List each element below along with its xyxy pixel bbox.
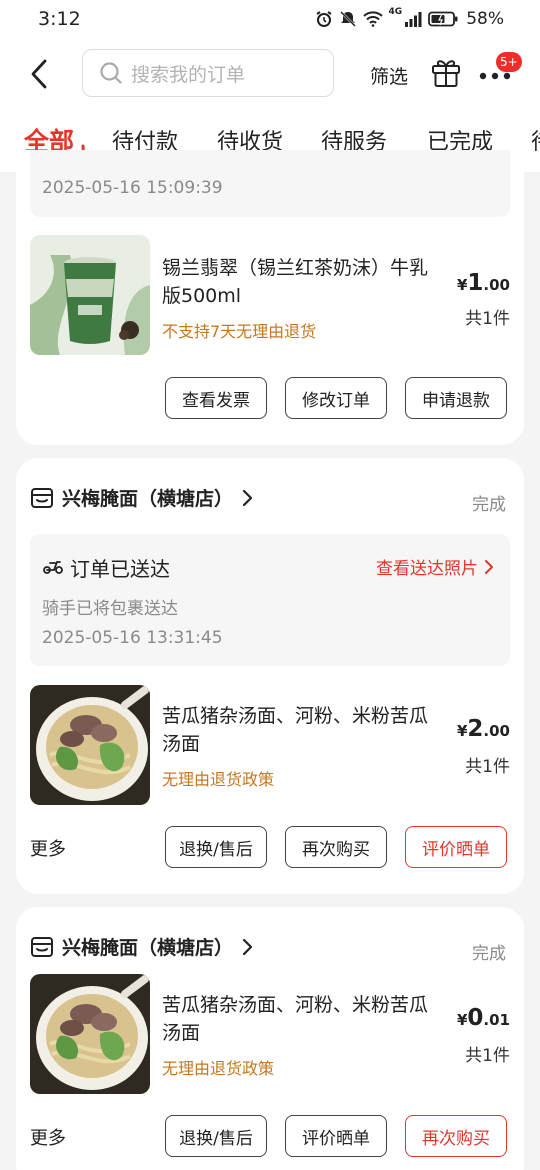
view-invoice-button[interactable]: 查看发票 [165,377,267,419]
product-image[interactable] [30,974,150,1094]
price-integer: 0 [467,1005,484,1031]
noodle-bowl-image [30,685,150,805]
search-icon [100,62,122,84]
product-quantity: 共1件 [465,757,510,777]
product-quantity: 共1件 [465,309,510,329]
product-title[interactable]: 苦瓜猪杂汤面、河粉、米粉苦瓜汤面 [162,702,432,758]
price-currency: ¥ [456,276,468,294]
view-delivery-photo-link[interactable]: 查看送达照片 [376,554,494,579]
chevron-right-icon [242,938,253,955]
status-bar: 3:12 4G 58% [0,0,540,38]
chevron-right-icon [485,559,493,574]
view-delivery-photo-label: 查看送达照片 [376,559,478,579]
product-price: ¥0.01 [457,1005,510,1031]
delivery-subtitle: 骑手已将包裹送达 [42,599,178,619]
store-icon [31,936,53,957]
milk-tea-cup-image [30,235,150,355]
review-button[interactable]: 评价晒单 [285,1115,387,1157]
filter-button[interactable]: 筛选 [370,62,408,89]
return-policy-note: 不支持7天无理由退货 [162,322,317,341]
request-refund-button[interactable]: 申请退款 [405,377,507,419]
tab-more[interactable]: 待 [531,124,540,156]
delivery-info-box: 2025-05-16 15:09:39 [30,150,510,217]
store-icon [31,487,53,508]
store-name: 兴梅腌面（横塘店） [62,937,234,959]
order-status: 完成 [472,944,506,964]
price-decimal: .00 [483,276,510,294]
order-card[interactable]: 2025-05-16 15:09:39 锡兰翡翠（锡兰红茶奶沫）牛乳版500ml… [16,150,524,445]
signal-icon [405,12,422,27]
delivery-info-box[interactable]: 订单已送达 查看送达照片 骑手已将包裹送达 2025-05-16 13:31:4… [30,534,510,666]
return-aftersale-button[interactable]: 退换/售后 [165,1115,267,1157]
product-title[interactable]: 锡兰翡翠（锡兰红茶奶沫）牛乳版500ml [162,254,432,310]
status-time: 3:12 [38,8,81,30]
store-link[interactable]: 兴梅腌面（横塘店） [30,933,253,960]
top-bar: 搜索我的订单 筛选 5+ [0,38,540,110]
chevron-right-icon [242,489,253,506]
battery-percent: 58% [466,9,504,29]
order-card[interactable]: 兴梅腌面（横塘店） 完成 订单已送达 查看送达照片 骑手已将包裹送达 2025-… [16,458,524,894]
gift-icon [432,60,460,87]
modify-order-button[interactable]: 修改订单 [285,377,387,419]
delivery-time: 2025-05-16 13:31:45 [42,628,223,648]
return-aftersale-button[interactable]: 退换/售后 [165,826,267,868]
wifi-icon [362,11,383,27]
status-icons: 4G 58% [315,7,504,31]
buy-again-button[interactable]: 再次购买 [405,1115,507,1157]
price-decimal: .01 [483,1011,510,1029]
price-integer: 2 [467,716,484,742]
product-image[interactable] [30,685,150,805]
search-input[interactable]: 搜索我的订单 [82,49,334,97]
review-button[interactable]: 评价晒单 [405,826,507,868]
noodle-bowl-image [30,974,150,1094]
delivery-scooter-icon [43,561,63,574]
alarm-icon [315,11,332,27]
price-currency: ¥ [456,1011,468,1029]
product-quantity: 共1件 [465,1046,510,1066]
product-image[interactable] [30,235,150,355]
product-title[interactable]: 苦瓜猪杂汤面、河粉、米粉苦瓜汤面 [162,991,432,1047]
gift-button[interactable] [430,56,462,88]
network-label: 4G [388,7,403,17]
return-policy-note: 无理由退货政策 [162,770,275,789]
order-status: 完成 [472,495,506,515]
chevron-left-icon [31,59,47,89]
back-button[interactable] [24,54,54,94]
price-decimal: .00 [483,722,510,740]
notification-badge: 5+ [496,52,522,72]
store-link[interactable]: 兴梅腌面（横塘店） [30,484,253,511]
delivery-status-title: 订单已送达 [70,557,170,581]
return-policy-note: 无理由退货政策 [162,1059,275,1078]
more-options-link[interactable]: 更多 [30,1124,66,1150]
product-price: ¥2.00 [457,716,510,742]
product-price: ¥1.00 [457,270,510,296]
order-card[interactable]: 兴梅腌面（横塘店） 完成 苦瓜猪杂汤面、河粉、米粉苦瓜汤面 无理由退货政策 ¥0… [16,907,524,1170]
store-name: 兴梅腌面（横塘店） [62,488,234,510]
price-integer: 1 [467,270,484,296]
battery-icon [428,11,458,27]
search-placeholder: 搜索我的订单 [131,63,246,86]
mute-icon [339,11,356,27]
more-options-link[interactable]: 更多 [30,835,66,861]
delivery-time: 2025-05-16 15:09:39 [42,178,223,198]
price-currency: ¥ [456,722,468,740]
buy-again-button[interactable]: 再次购买 [285,826,387,868]
